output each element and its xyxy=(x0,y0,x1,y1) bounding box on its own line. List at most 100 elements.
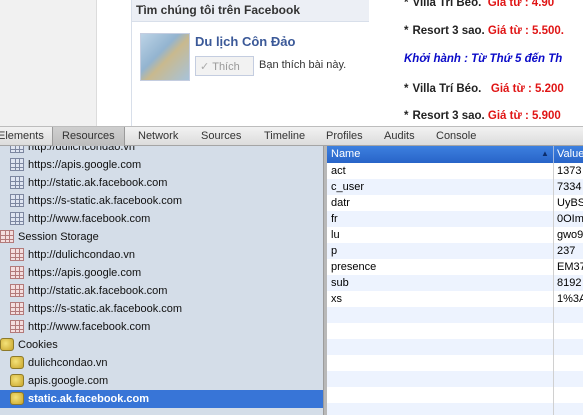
promo-item: * Villa Trí Béo. Giá từ : 4.90 xyxy=(404,0,554,9)
cookie-value-cell: 0OIm xyxy=(557,213,583,225)
tree-item-label: http://www.facebook.com xyxy=(28,213,151,225)
cookie-value-cell: 7334 xyxy=(557,181,582,193)
tab-sources[interactable]: Sources xyxy=(201,127,241,146)
tree-item-label: http://static.ak.facebook.com xyxy=(28,177,168,189)
tree-item[interactable]: http://static.ak.facebook.com xyxy=(0,282,323,300)
cookie-name-cell: act xyxy=(331,165,346,177)
promo-name: Villa Trí Béo. xyxy=(412,83,482,95)
table-row[interactable]: c_user 7334 xyxy=(327,179,583,195)
tab-elements[interactable]: Elements xyxy=(0,127,50,146)
promo-price: Giá từ : 5.200 xyxy=(490,83,564,95)
cookie-name-cell: sub xyxy=(331,277,349,289)
table-row[interactable] xyxy=(327,371,583,387)
table-row[interactable] xyxy=(327,403,583,415)
table-row[interactable]: xs 1%3A xyxy=(327,291,583,307)
cookie-name-cell: fr xyxy=(331,213,338,225)
local-storage-icon xyxy=(10,194,24,207)
cookie-icon xyxy=(10,374,24,387)
tree-item-label: http://dulichcondao.vn xyxy=(28,249,136,261)
facebook-like-box: Tìm chúng tôi trên Facebook Du lịch Côn … xyxy=(131,0,369,126)
tab-profiles[interactable]: Profiles xyxy=(326,127,363,146)
sort-ascending-icon: ▲ xyxy=(541,149,549,158)
tree-item[interactable]: Cookies xyxy=(0,336,323,354)
tab-network[interactable]: Network xyxy=(138,127,178,146)
table-row[interactable]: lu gwo9 xyxy=(327,227,583,243)
cookie-grid: Name ▲ Value act 1373 c_user 7334 datr UyBS fr… xyxy=(327,146,583,415)
cookie-value-cell: 1%3A xyxy=(557,293,583,305)
cookie-value-cell: EM37 xyxy=(557,261,583,273)
table-row[interactable]: sub 8192 xyxy=(327,275,583,291)
local-storage-icon xyxy=(10,212,24,225)
tree-item[interactable]: https://s-static.ak.facebook.com xyxy=(0,300,323,318)
like-status-text: Bạn thích bài này. xyxy=(259,59,347,71)
devtools-tab-bar: Elements Resources Network Sources Timel… xyxy=(0,126,583,146)
cookie-value-cell: 1373 xyxy=(557,165,582,177)
cookie-value-cell: gwo9 xyxy=(557,229,583,241)
tree-item[interactable]: http://dulichcondao.vn xyxy=(0,146,323,156)
table-row[interactable]: p 237 xyxy=(327,243,583,259)
tab-audits[interactable]: Audits xyxy=(384,127,415,146)
table-row[interactable]: fr 0OIm xyxy=(327,211,583,227)
tree-item[interactable]: apis.google.com xyxy=(0,372,323,390)
cookie-name-cell: xs xyxy=(331,293,342,305)
tree-item[interactable]: http://www.facebook.com xyxy=(0,318,323,336)
tree-item-label: http://static.ak.facebook.com xyxy=(28,285,168,297)
tab-timeline[interactable]: Timeline xyxy=(264,127,305,146)
tree-item[interactable]: https://s-static.ak.facebook.com xyxy=(0,192,323,210)
table-row[interactable] xyxy=(327,307,583,323)
table-row[interactable] xyxy=(327,355,583,371)
facebook-like-button[interactable]: ✓ Thích xyxy=(195,56,254,76)
table-row[interactable]: act 1373 xyxy=(327,163,583,179)
table-row[interactable]: presence EM37 xyxy=(327,259,583,275)
promo-name: Resort 3 sao. xyxy=(412,25,485,37)
column-divider[interactable] xyxy=(553,146,554,163)
tree-item[interactable]: static.ak.facebook.com xyxy=(0,390,323,408)
facebook-page-thumbnail[interactable] xyxy=(140,33,190,81)
tree-item-label: https://s-static.ak.facebook.com xyxy=(28,303,183,315)
session-storage-icon xyxy=(10,248,24,261)
tree-item-label: apis.google.com xyxy=(28,375,109,387)
table-row[interactable] xyxy=(327,387,583,403)
bullet-star: * xyxy=(404,0,409,9)
web-page: Tìm chúng tôi trên Facebook Du lịch Côn … xyxy=(0,0,583,126)
tree-item[interactable]: https://apis.google.com xyxy=(0,264,323,282)
left-column xyxy=(0,0,97,126)
devtools-panel: Elements Resources Network Sources Timel… xyxy=(0,126,583,415)
tree-item-label: https://s-static.ak.facebook.com xyxy=(28,195,183,207)
tree-item[interactable]: http://www.facebook.com xyxy=(0,210,323,228)
table-row[interactable] xyxy=(327,339,583,355)
tree-item[interactable]: http://dulichcondao.vn xyxy=(0,246,323,264)
tab-console[interactable]: Console xyxy=(436,127,476,146)
cookie-name-cell: c_user xyxy=(331,181,365,193)
promo-item: * Villa Trí Béo. Giá từ : 5.200 xyxy=(404,83,564,95)
bullet-star: * xyxy=(404,25,409,37)
tree-item-label: static.ak.facebook.com xyxy=(28,393,150,405)
tree-item-label: http://dulichcondao.vn xyxy=(28,146,136,153)
promo-price: Giá từ : 5.900 xyxy=(487,110,561,122)
bullet-star: * xyxy=(404,83,409,95)
tab-resources[interactable]: Resources xyxy=(52,127,125,146)
cookie-value-cell: UyBS xyxy=(557,197,583,209)
tree-item-label: https://apis.google.com xyxy=(28,267,142,279)
facebook-page-link[interactable]: Du lịch Côn Đảo xyxy=(195,34,295,49)
promo-price: Giá từ : 4.90 xyxy=(487,0,555,9)
resources-tree: http://dulichcondao.vn https://apis.googl… xyxy=(0,146,323,415)
tree-item[interactable]: dulichcondao.vn xyxy=(0,354,323,372)
tree-item-label: https://apis.google.com xyxy=(28,159,142,171)
column-divider xyxy=(553,163,554,415)
column-name-header[interactable]: Name xyxy=(331,148,360,160)
cookie-name-cell: lu xyxy=(331,229,340,241)
local-storage-icon xyxy=(10,146,24,153)
tree-item[interactable]: https://apis.google.com xyxy=(0,156,323,174)
promo-item: * Resort 3 sao. Giá từ : 5.900 xyxy=(404,110,561,122)
session-storage-icon xyxy=(10,284,24,297)
column-value-header[interactable]: Value xyxy=(557,148,583,160)
facebook-box-header: Tìm chúng tôi trên Facebook xyxy=(132,0,369,22)
tree-item[interactable]: Session Storage xyxy=(0,228,323,246)
tree-item-label: http://www.facebook.com xyxy=(28,321,151,333)
tree-item[interactable]: http://static.ak.facebook.com xyxy=(0,174,323,192)
promo-list: * Villa Trí Béo. Giá từ : 4.90 * Resort 3 … xyxy=(371,0,583,126)
table-row[interactable]: datr UyBS xyxy=(327,195,583,211)
departure-note: Khởi hành : Từ Thứ 5 đến Th xyxy=(404,53,563,65)
table-row[interactable] xyxy=(327,323,583,339)
